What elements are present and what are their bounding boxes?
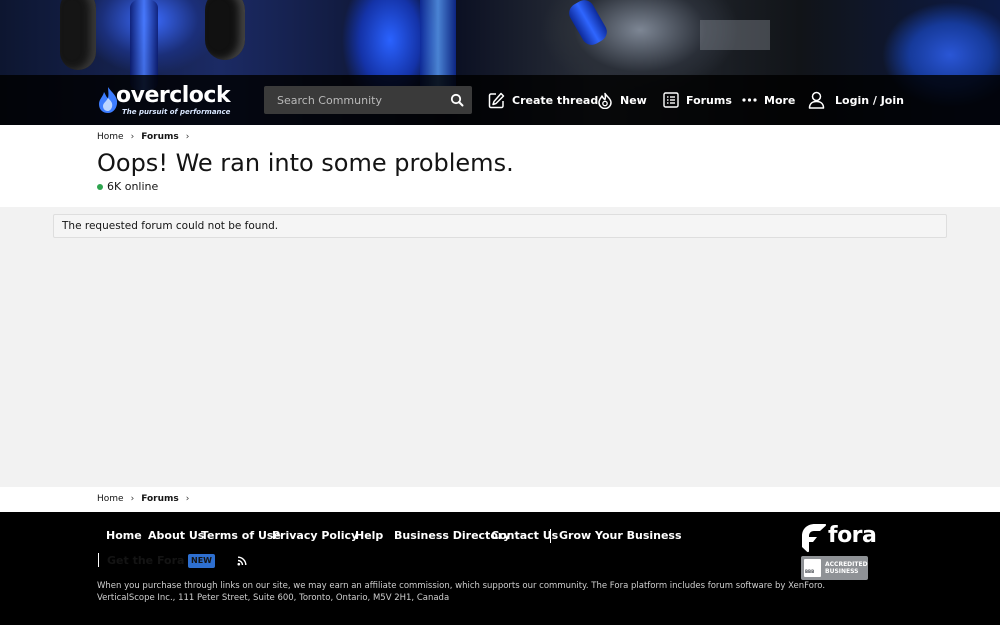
- chevron-right-icon: ›: [130, 132, 135, 142]
- bbb-label-business: BUSINESS: [825, 568, 859, 575]
- footer-link-terms[interactable]: Terms of Use: [201, 529, 281, 542]
- list-icon: [663, 92, 679, 108]
- nav-forums-label: Forums: [686, 93, 732, 107]
- chevron-right-icon: ›: [130, 494, 135, 504]
- footer-link-about[interactable]: About Us: [148, 529, 204, 542]
- site-logo[interactable]: overclock The pursuit of performance: [96, 83, 231, 119]
- nav-login-label: Login / Join: [835, 93, 904, 107]
- bbb-accredited-badge[interactable]: BBB ACCREDITED BUSINESS: [801, 556, 868, 580]
- footer-address-text: VerticalScope Inc., 111 Peter Street, Su…: [97, 593, 450, 603]
- search-box: [264, 86, 472, 114]
- footer-link-grow-business[interactable]: Grow Your Business: [559, 529, 682, 542]
- bbb-badge-text: ACCREDITED BUSINESS: [825, 561, 868, 575]
- nav-more[interactable]: More: [742, 90, 795, 110]
- nav-new-label: New: [620, 93, 647, 107]
- pencil-square-icon: [488, 92, 505, 108]
- page-title: Oops! We ran into some problems.: [97, 149, 514, 177]
- logo-tagline: The pursuit of performance: [122, 108, 231, 116]
- bbb-seal-text: BBB: [805, 569, 815, 574]
- online-count: 6K online: [107, 180, 159, 193]
- breadcrumb-home[interactable]: Home: [97, 132, 124, 142]
- chevron-right-icon: ›: [185, 132, 190, 142]
- footer-link-help[interactable]: Help: [355, 529, 383, 542]
- breadcrumb-forums[interactable]: Forums: [141, 494, 179, 504]
- bbb-seal-icon: BBB: [804, 559, 821, 577]
- fora-wordmark[interactable]: fora: [828, 523, 877, 548]
- footer-divider: [98, 553, 99, 567]
- ellipsis-icon: [742, 98, 757, 102]
- nav-new[interactable]: New: [597, 90, 647, 110]
- nav-login-join[interactable]: Login / Join: [808, 90, 904, 110]
- user-icon: [808, 91, 825, 109]
- error-message-text: The requested forum could not be found.: [62, 220, 279, 232]
- error-message-block: The requested forum could not be found.: [53, 214, 947, 238]
- nav-create-thread-label: Create thread: [512, 93, 599, 107]
- search-icon[interactable]: [450, 93, 464, 107]
- bbb-label-accredited: ACCREDITED: [825, 561, 868, 568]
- nav-more-label: More: [764, 93, 796, 107]
- breadcrumb-bottom: Home › Forums ›: [97, 494, 189, 504]
- footer-divider: [550, 529, 551, 543]
- footer-link-privacy[interactable]: Privacy Policy: [272, 529, 358, 542]
- search-input[interactable]: [264, 86, 444, 114]
- chevron-right-icon: ›: [185, 494, 190, 504]
- fora-logo-icon[interactable]: [801, 523, 827, 553]
- rss-icon[interactable]: [237, 556, 247, 566]
- breadcrumb-forums[interactable]: Forums: [141, 132, 179, 142]
- flame-icon: [598, 92, 612, 109]
- nav-create-thread[interactable]: Create thread: [488, 90, 598, 110]
- footer-legal-text: When you purchase through links on our s…: [97, 581, 826, 591]
- footer-link-contact[interactable]: Contact Us: [491, 529, 558, 542]
- breadcrumb: Home › Forums ›: [97, 132, 189, 142]
- online-dot-icon: [97, 183, 103, 190]
- nav-forums[interactable]: Forums: [663, 90, 732, 110]
- footer-link-home[interactable]: Home: [106, 529, 142, 542]
- online-status[interactable]: 6K online: [97, 180, 158, 193]
- new-badge: NEW: [188, 554, 215, 568]
- breadcrumb-home[interactable]: Home: [97, 494, 124, 504]
- logo-wordmark: overclock: [116, 83, 231, 108]
